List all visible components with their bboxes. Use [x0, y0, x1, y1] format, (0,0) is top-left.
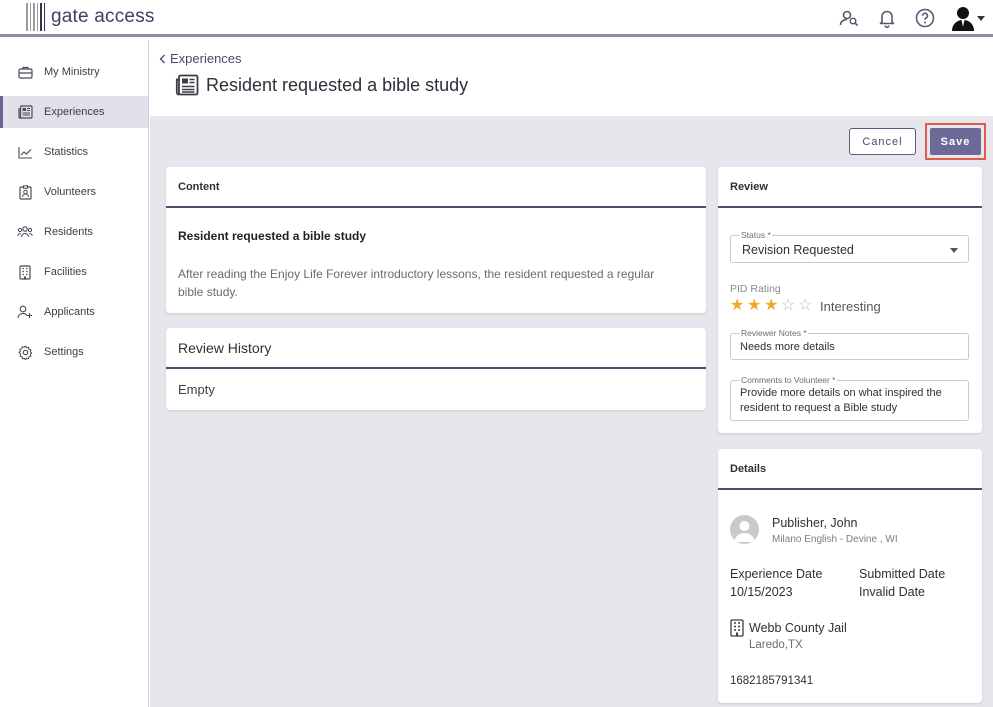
- content-card: Content Resident requested a bible study…: [166, 167, 706, 313]
- logo-bars-icon: [26, 3, 47, 31]
- comments-to-volunteer-field[interactable]: Comments to Volunteer * Provide more det…: [730, 375, 969, 421]
- bell-icon[interactable]: [875, 6, 899, 30]
- user-avatar-icon: [952, 7, 974, 31]
- experience-date-value: 10/15/2023: [730, 585, 793, 599]
- reviewer-notes-value: Needs more details: [740, 341, 835, 353]
- page-header: Experiences Resident requested a bible s…: [150, 40, 993, 116]
- pid-rating: ★ ★ ★ ☆ ☆ Interesting: [730, 296, 881, 316]
- status-value: Revision Requested: [742, 243, 854, 257]
- sidebar-item-residents[interactable]: Residents: [0, 216, 148, 248]
- reviewer-notes-field[interactable]: Reviewer Notes * Needs more details: [730, 328, 969, 360]
- details-card-heading: Details: [718, 449, 982, 490]
- submitted-date-label: Submitted Date: [859, 567, 946, 581]
- sidebar-item-experiences[interactable]: Experiences: [0, 96, 148, 128]
- pid-rating-label: PID Rating: [730, 283, 781, 295]
- review-card: Review Status * Revision Requested PID R…: [718, 167, 982, 433]
- experience-id: 1682185791341: [730, 675, 814, 687]
- experience-body: After reading the Enjoy Life Forever int…: [178, 267, 655, 299]
- breadcrumb[interactable]: Experiences: [159, 51, 242, 66]
- save-button-highlight: Save: [925, 123, 986, 160]
- rating-text: Interesting: [820, 298, 881, 314]
- experience-title: Resident requested a bible study: [178, 229, 367, 243]
- badge-icon: [17, 184, 33, 200]
- user-menu[interactable]: [951, 5, 985, 31]
- sidebar-item-volunteers[interactable]: Volunteers: [0, 176, 148, 208]
- person-add-icon: [17, 304, 33, 320]
- building-icon: [17, 264, 33, 280]
- top-bar: gate access: [0, 0, 993, 37]
- experience-date-label: Experience Date: [730, 567, 823, 581]
- sidebar-item-label: Settings: [44, 346, 84, 358]
- status-select[interactable]: Status * Revision Requested: [730, 230, 969, 263]
- sidebar-item-my-ministry[interactable]: My Ministry: [0, 56, 148, 88]
- sidebar-item-label: Facilities: [44, 266, 87, 278]
- reviewer-notes-label: Reviewer Notes *: [740, 328, 808, 338]
- sidebar-item-label: Applicants: [44, 306, 95, 318]
- comments-value: Provide more details on what inspired th…: [740, 387, 942, 414]
- dropdown-caret-icon: [950, 248, 958, 253]
- newspaper-icon: [175, 74, 199, 96]
- details-card: Details Publisher, John Milano English -…: [718, 449, 982, 703]
- gear-icon: [17, 344, 33, 360]
- submitted-date-value: Invalid Date: [859, 585, 926, 599]
- star-outline-icon[interactable]: ☆: [798, 296, 815, 316]
- group-icon: [17, 224, 33, 240]
- save-button[interactable]: Save: [930, 128, 981, 155]
- comments-label: Comments to Volunteer *: [740, 375, 837, 385]
- logo-text: gate access: [51, 6, 155, 27]
- avatar: [730, 515, 759, 544]
- review-history-card: Review History Empty: [166, 328, 706, 410]
- star-icon[interactable]: ★: [747, 296, 764, 316]
- publisher-congregation: Milano English - Devine , WI: [772, 534, 898, 545]
- help-icon[interactable]: [913, 6, 937, 30]
- logo[interactable]: gate access: [26, 2, 155, 32]
- trend-chart-icon: [17, 144, 33, 160]
- star-outline-icon[interactable]: ☆: [781, 296, 798, 316]
- sidebar-item-settings[interactable]: Settings: [0, 336, 148, 368]
- review-history-empty: Empty: [178, 382, 215, 397]
- sidebar-item-label: Experiences: [44, 106, 105, 118]
- chevron-down-icon: [977, 15, 985, 21]
- star-icon[interactable]: ★: [764, 296, 781, 316]
- cancel-button[interactable]: Cancel: [849, 128, 916, 155]
- building-icon: [730, 619, 744, 637]
- sidebar-item-applicants[interactable]: Applicants: [0, 296, 148, 328]
- sidebar-item-statistics[interactable]: Statistics: [0, 136, 148, 168]
- star-icon[interactable]: ★: [730, 296, 747, 316]
- page-title-text: Resident requested a bible study: [206, 74, 469, 95]
- people-search-icon[interactable]: [837, 6, 861, 30]
- status-label: Status *: [740, 230, 772, 240]
- page-title: Resident requested a bible study: [175, 74, 468, 96]
- sidebar-item-facilities[interactable]: Facilities: [0, 256, 148, 288]
- review-history-heading: Review History: [166, 328, 706, 369]
- sidebar-item-label: My Ministry: [44, 66, 100, 78]
- briefcase-icon: [17, 64, 33, 80]
- content-card-heading: Content: [166, 167, 706, 208]
- sidebar: My Ministry Experiences Statistics Volun…: [0, 40, 149, 707]
- facility-name: Webb County Jail: [749, 621, 847, 635]
- newspaper-icon: [17, 104, 33, 120]
- sidebar-item-label: Statistics: [44, 146, 89, 158]
- review-card-heading: Review: [718, 167, 982, 208]
- chevron-left-icon: [159, 54, 165, 63]
- publisher-name: Publisher, John: [772, 516, 858, 530]
- breadcrumb-link[interactable]: Experiences: [170, 51, 242, 66]
- facility-location: Laredo,TX: [749, 639, 803, 651]
- sidebar-item-label: Residents: [44, 226, 93, 238]
- sidebar-item-label: Volunteers: [44, 186, 96, 198]
